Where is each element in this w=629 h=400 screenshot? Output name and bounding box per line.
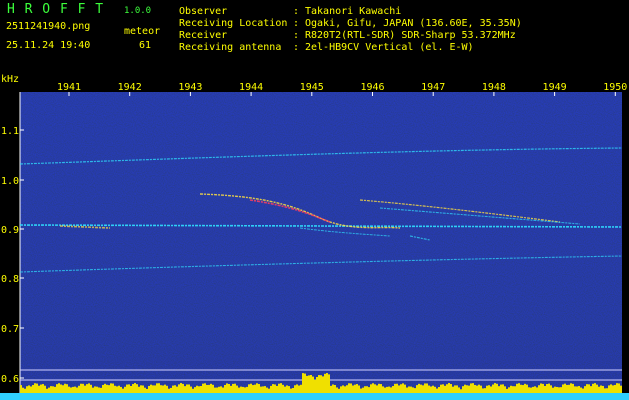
x-tick-label: 1945 bbox=[300, 82, 324, 93]
info-label-observer: Observer bbox=[179, 6, 228, 17]
y-tick-label: 1.1 bbox=[1, 126, 19, 137]
info-sep-1: : bbox=[293, 6, 300, 17]
x-tick-label: 1946 bbox=[360, 82, 384, 93]
intensity-base bbox=[0, 393, 629, 400]
meteor-count: 61 bbox=[139, 40, 152, 51]
info-sep-4: : bbox=[293, 42, 300, 53]
file-datetime: 25.11.24 19:40 bbox=[6, 40, 91, 51]
x-tick-label: 1943 bbox=[178, 82, 202, 93]
x-tick-label: 1950 bbox=[603, 82, 627, 93]
info-value-observer: Takanori Kawachi bbox=[305, 6, 402, 17]
spectrogram-plot: 1941 1942 1943 1944 1945 1946 1947 1948 1949 1950… bbox=[0, 74, 629, 400]
info-value-receiver: R820T2(RTL-SDR) SDR-Sharp 53.372MHz bbox=[305, 30, 516, 41]
x-tick-label: 1942 bbox=[118, 82, 142, 93]
info-value-antenna: 2el-HB9CV Vertical (el. E-W) bbox=[305, 42, 474, 53]
info-value-location: Ogaki, Gifu, JAPAN (136.60E, 35.35N) bbox=[305, 18, 522, 29]
x-tick-label: 1944 bbox=[239, 82, 263, 93]
info-label-location: Receiving Location bbox=[179, 18, 288, 29]
y-tick-label: 0.7 bbox=[1, 324, 19, 335]
info-label-antenna: Receiving antenna bbox=[179, 42, 282, 53]
app-title: H R O F F T bbox=[7, 2, 105, 17]
meteor-label: meteor bbox=[124, 26, 161, 37]
info-sep-3: : bbox=[293, 30, 300, 41]
y-tick-label: 0.6 bbox=[1, 374, 19, 385]
y-unit-label: kHz bbox=[1, 74, 19, 85]
x-tick-label: 1948 bbox=[482, 82, 506, 93]
y-tick-label: 0.9 bbox=[1, 225, 19, 236]
info-sep-2: : bbox=[293, 18, 300, 29]
y-tick-label: 1.0 bbox=[1, 176, 19, 187]
y-tick-label: 0.8 bbox=[1, 274, 19, 285]
x-tick-label: 1947 bbox=[421, 82, 445, 93]
spectrogram-noise bbox=[20, 92, 622, 400]
file-name: 2511241940.png bbox=[6, 21, 91, 32]
x-tick-label: 1949 bbox=[543, 82, 567, 93]
x-tick-label: 1941 bbox=[57, 82, 81, 93]
info-label-receiver: Receiver bbox=[179, 30, 228, 41]
app-version: 1.0.0 bbox=[124, 6, 152, 16]
